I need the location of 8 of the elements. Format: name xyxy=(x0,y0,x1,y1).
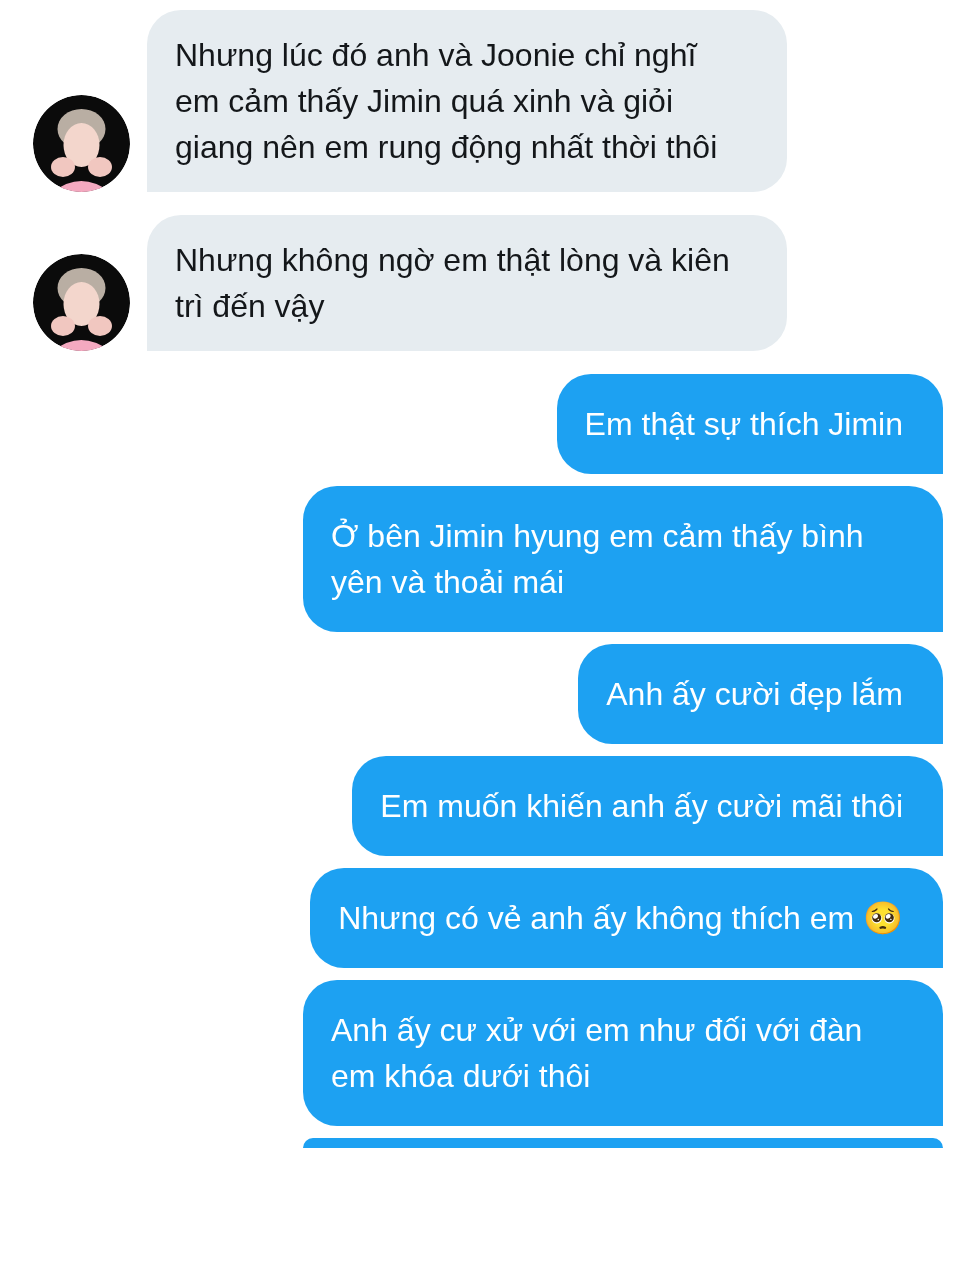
message-bubble: Nhưng có vẻ anh ấy không thích em 🥺 xyxy=(310,868,943,968)
message-bubble: Anh ấy cư xử với em như đối với đàn em khóa dưới thôi xyxy=(303,980,943,1126)
message-bubble: Em muốn khiến anh ấy cười mãi thôi xyxy=(352,756,943,856)
message-bubble: Anh ấy cười đẹp lắm xyxy=(578,644,943,744)
message-bubble: Nhưng không ngờ em thật lòng và kiên trì đến vậy xyxy=(147,215,787,351)
message-bubble: Em thật sự thích Jimin xyxy=(556,374,943,474)
message-bubble: Nhưng lúc đó anh và Joonie chỉ nghĩ em cảm thấy Jimin quá xinh và giỏi giang nên em rung động nhất thời thôi xyxy=(147,10,787,192)
message-bubble: Ở bên Jimin hyung em cảm thấy bình yên và thoải mái xyxy=(303,486,943,632)
